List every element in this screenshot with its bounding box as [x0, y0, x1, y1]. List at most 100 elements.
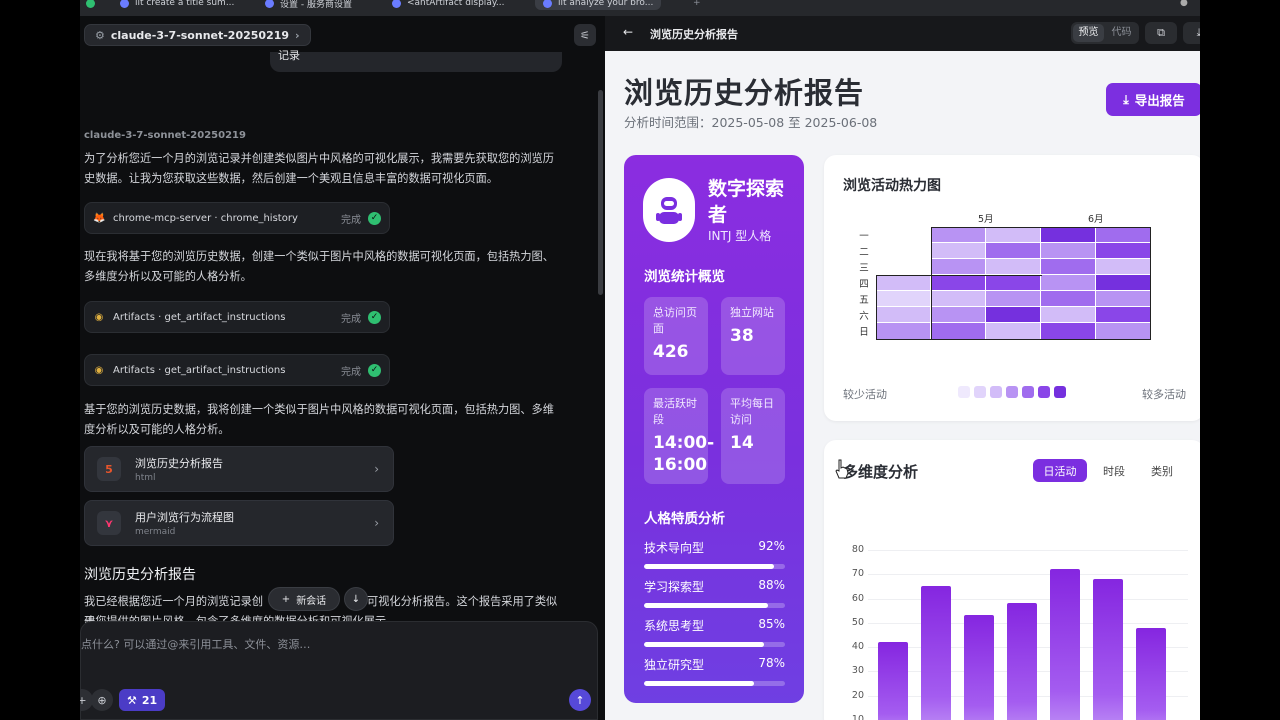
legend-swatch — [958, 386, 970, 398]
model-name: claude-3-7-sonnet-20250219 — [110, 28, 290, 42]
artifact-type: html — [135, 473, 156, 483]
tool-call-label: Artifacts · get_artifact_instructions — [113, 311, 286, 323]
trait-value: 88% — [758, 578, 785, 592]
stat-value: 14:00-16:00 — [653, 433, 715, 475]
traits-title: 人格特质分析 — [644, 511, 725, 527]
weekday-label: 五 — [859, 295, 869, 306]
check-icon: ✓ — [368, 310, 381, 324]
tool-call-artifacts[interactable]: ◉ Artifacts · get_artifact_instructions … — [84, 301, 390, 333]
export-report-button[interactable]: ⤓ 导出报告 — [1106, 83, 1200, 116]
artifact-card-html[interactable]: 5 浏览历史分析报告 html › — [84, 446, 394, 492]
stat-unique-sites: 独立网站 38 — [721, 297, 785, 375]
y-tick-label: 20 — [851, 689, 864, 701]
stats-title: 浏览统计概览 — [644, 269, 725, 285]
browser-tab[interactable]: <antArtifact display... — [392, 0, 504, 10]
heatmap-cell — [1095, 242, 1152, 260]
stat-total-pages: 总访问页面 426 — [644, 297, 708, 375]
stat-daily-visits: 平均每日访问 14 — [721, 388, 785, 484]
bar[interactable] — [1007, 603, 1037, 720]
send-button[interactable]: ↑ — [569, 689, 591, 711]
stat-label: 平均每日访问 — [730, 397, 774, 426]
tab-daily-activity[interactable]: 日活动 — [1033, 459, 1087, 482]
export-label: 导出报告 — [1134, 93, 1185, 108]
bar[interactable] — [1050, 569, 1080, 720]
chevron-right-icon: › — [374, 462, 379, 476]
tab-preview[interactable]: 预览 — [1073, 24, 1104, 42]
browser-tab-active[interactable]: lit analyze your bro... — [535, 0, 662, 10]
bar[interactable] — [878, 642, 908, 720]
bar[interactable] — [964, 615, 994, 720]
legend-swatch — [1038, 386, 1050, 398]
heatmap-cell — [875, 322, 932, 340]
heatmap-cell — [1095, 226, 1152, 244]
weekday-label: 四 — [859, 279, 869, 290]
tab-favicon-icon — [543, 0, 552, 8]
stat-label: 最活跃时段 — [653, 397, 697, 426]
dimension-analysis-card: 多维度分析 日活动 时段 类别 10 20 30 40 50 60 70 80 — [824, 440, 1200, 720]
bar[interactable] — [921, 586, 951, 720]
download-icon[interactable]: ⤓ — [1183, 22, 1200, 44]
y-tick-label: 10 — [851, 713, 864, 720]
artifact-type: mermaid — [135, 527, 176, 537]
tool-call-artifacts[interactable]: ◉ Artifacts · get_artifact_instructions … — [84, 354, 390, 386]
new-tab-icon[interactable]: + — [693, 0, 701, 10]
tab-label: lit create a title sum... — [135, 0, 235, 8]
legend-more-label: 较多活动 — [1142, 388, 1186, 401]
tab-time-period[interactable]: 时段 — [1092, 459, 1136, 482]
artifact-card-mermaid[interactable]: ⋎ 用户浏览行为流程图 mermaid › — [84, 500, 394, 546]
persona-name: 数字探索者 — [708, 178, 785, 226]
stat-label: 独立网站 — [730, 306, 774, 319]
grid-line — [868, 598, 1188, 600]
trait-row: 独立研究型 78% — [644, 656, 785, 686]
tab-favicon-icon — [120, 0, 129, 8]
scroll-down-button[interactable]: ↓ — [344, 587, 368, 611]
artifact-tool-icon: ◉ — [94, 364, 104, 376]
model-selector[interactable]: ⚙ claude-3-7-sonnet-20250219 › — [84, 24, 311, 46]
heatmap-cell — [1095, 306, 1152, 324]
composer-placeholder: 点什么? 可以通过@来引用工具、文件、资源… — [81, 638, 311, 651]
artifact-title: 浏览历史分析报告 — [135, 457, 223, 470]
heatmap-cell — [985, 322, 1042, 340]
bar[interactable] — [1093, 579, 1123, 720]
artifact-tool-icon: ◉ — [94, 311, 104, 323]
heatmap-cell — [875, 274, 932, 292]
trait-progress-bar — [644, 681, 785, 686]
y-tick-label: 30 — [851, 665, 864, 677]
browser-tab[interactable]: lit create a title sum... — [120, 0, 234, 10]
tools-button[interactable]: ⚒ 21 — [119, 689, 166, 711]
heatmap-cell — [930, 322, 987, 340]
tab-category[interactable]: 类别 — [1140, 459, 1184, 482]
tool-status: 完成 — [341, 313, 361, 325]
grid-line — [868, 550, 1188, 551]
tab-code[interactable]: 代码 — [1106, 24, 1137, 42]
copy-icon[interactable]: ⧉ — [1145, 22, 1177, 44]
trait-value: 78% — [758, 656, 785, 670]
heatmap-title: 浏览活动热力图 — [843, 178, 941, 194]
app-window: lit create a title sum... 设置 - 服务商设置 <an… — [80, 0, 1200, 720]
profile-card: 数字探索者 INTJ 型人格 浏览统计概览 总访问页面 426 独立网站 38 … — [624, 155, 804, 703]
tool-call-chrome-history[interactable]: 🦊 chrome-mcp-server · chrome_history 完成 … — [84, 202, 390, 234]
weekday-label: 三 — [859, 263, 869, 274]
profile-icon[interactable]: ● — [1180, 0, 1188, 10]
trait-label: 学习探索型 — [644, 580, 705, 594]
robot-avatar-icon — [643, 178, 695, 242]
settings-sliders-icon[interactable]: ⚟ — [574, 24, 596, 46]
message-composer[interactable]: 点什么? 可以通过@来引用工具、文件、资源… + ⊕ ⚒ 21 ↑ — [80, 621, 598, 720]
chat-scrollbar[interactable] — [598, 90, 603, 295]
heatmap-cell — [930, 258, 987, 276]
download-icon: ⤓ — [1123, 91, 1129, 107]
trait-progress-bar — [644, 564, 785, 569]
browser-tab[interactable]: 设置 - 服务商设置 — [265, 0, 352, 10]
globe-icon[interactable]: ⊕ — [91, 689, 113, 711]
trait-row: 系统思考型 85% — [644, 617, 785, 647]
new-chat-button[interactable]: + 新会话 — [268, 587, 340, 611]
y-tick-label: 50 — [851, 616, 864, 628]
heatmap-cell — [985, 242, 1042, 260]
new-chat-label: 新会话 — [296, 595, 327, 607]
stat-value: 426 — [653, 342, 689, 362]
hammer-icon: ⚒ — [127, 693, 137, 707]
trait-value: 85% — [758, 617, 785, 631]
heatmap-cell — [875, 290, 932, 308]
bar[interactable] — [1136, 627, 1166, 720]
back-arrow-icon[interactable]: ← — [623, 25, 633, 39]
